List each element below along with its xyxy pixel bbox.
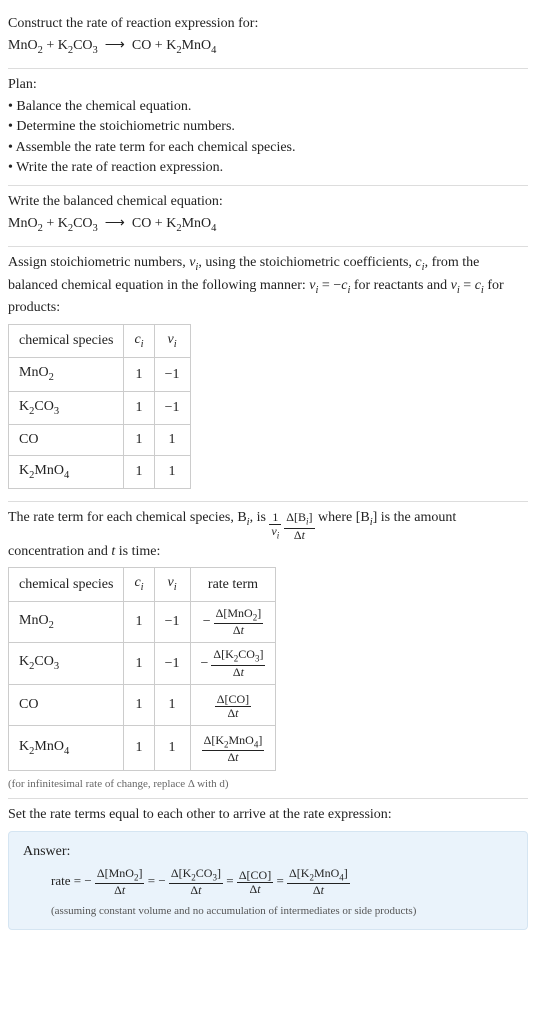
cell-species: MnO2 xyxy=(9,358,124,391)
cell-species: CO xyxy=(9,425,124,456)
col-nui: νi xyxy=(154,568,190,601)
answer-label: Answer: xyxy=(23,842,513,862)
cell-rate: − Δ[MnO2]Δt xyxy=(190,601,276,642)
cell-species: K2CO3 xyxy=(9,391,124,424)
cell-ci: 1 xyxy=(124,643,154,684)
plan-item: • Write the rate of reaction expression. xyxy=(8,158,528,178)
cell-species: MnO2 xyxy=(9,601,124,642)
cell-nui: 1 xyxy=(154,726,190,770)
answer-box: Answer: rate = − Δ[MnO2]Δt = − Δ[K2CO3]Δ… xyxy=(8,831,528,930)
balanced-equation: MnO2 + K2CO3 ⟶ CO + K2MnO4 xyxy=(8,214,528,236)
final-section: Set the rate terms equal to each other t… xyxy=(8,799,528,936)
answer-term-frac: Δ[MnO2]Δt xyxy=(95,867,145,897)
col-ci: ci xyxy=(124,324,154,357)
col-rate: rate term xyxy=(190,568,276,601)
rate-terms-paragraph: The rate term for each chemical species,… xyxy=(8,508,528,561)
table-row: K2MnO4 1 1 xyxy=(9,455,191,488)
balanced-section: Write the balanced chemical equation: Mn… xyxy=(8,186,528,247)
col-species: chemical species xyxy=(9,568,124,601)
cell-nui: −1 xyxy=(154,643,190,684)
col-ci: ci xyxy=(124,568,154,601)
cell-nui: −1 xyxy=(154,601,190,642)
cell-ci: 1 xyxy=(124,455,154,488)
stoich-section: Assign stoichiometric numbers, νi, using… xyxy=(8,247,528,502)
table-row: K2CO31−1− Δ[K2CO3]Δt xyxy=(9,643,276,684)
answer-term-frac: Δ[CO]Δt xyxy=(237,869,273,896)
cell-species: K2MnO4 xyxy=(9,726,124,770)
cell-ci: 1 xyxy=(124,425,154,456)
stoich-paragraph: Assign stoichiometric numbers, νi, using… xyxy=(8,253,528,318)
cell-species: K2MnO4 xyxy=(9,455,124,488)
cell-nui: 1 xyxy=(154,425,190,456)
table-header-row: chemical species ci νi rate term xyxy=(9,568,276,601)
rate-terms-section: The rate term for each chemical species,… xyxy=(8,502,528,799)
frac-delta-b: Δ[Bi] Δt xyxy=(284,511,314,541)
cell-rate: Δ[K2MnO4]Δt xyxy=(190,726,276,770)
prompt-section: Construct the rate of reaction expressio… xyxy=(8,8,528,69)
table-header-row: chemical species ci νi xyxy=(9,324,191,357)
prompt-line: Construct the rate of reaction expressio… xyxy=(8,14,528,34)
answer-note: (assuming constant volume and no accumul… xyxy=(51,904,513,919)
balanced-heading: Write the balanced chemical equation: xyxy=(8,192,528,212)
cell-nui: −1 xyxy=(154,391,190,424)
cell-species: CO xyxy=(9,684,124,725)
answer-term-frac: Δ[K2MnO4]Δt xyxy=(287,867,350,897)
prompt-equation: MnO2 + K2CO3 ⟶ CO + K2MnO4 xyxy=(8,36,528,58)
cell-nui: −1 xyxy=(154,358,190,391)
plan-item: • Balance the chemical equation. xyxy=(8,97,528,117)
cell-nui: 1 xyxy=(154,455,190,488)
cell-nui: 1 xyxy=(154,684,190,725)
final-heading: Set the rate terms equal to each other t… xyxy=(8,805,528,825)
answer-term-frac: Δ[K2CO3]Δt xyxy=(169,867,223,897)
stoich-table: chemical species ci νi MnO2 1 −1 K2CO3 1… xyxy=(8,324,191,490)
col-nui: νi xyxy=(154,324,190,357)
cell-ci: 1 xyxy=(124,601,154,642)
cell-rate: Δ[CO]Δt xyxy=(190,684,276,725)
plan-section: Plan: • Balance the chemical equation. •… xyxy=(8,69,528,186)
cell-ci: 1 xyxy=(124,358,154,391)
table-row: K2MnO411Δ[K2MnO4]Δt xyxy=(9,726,276,770)
table-row: MnO2 1 −1 xyxy=(9,358,191,391)
rate-terms-caption: (for infinitesimal rate of change, repla… xyxy=(8,777,528,792)
cell-ci: 1 xyxy=(124,684,154,725)
cell-species: K2CO3 xyxy=(9,643,124,684)
plan-item: • Assemble the rate term for each chemic… xyxy=(8,138,528,158)
col-species: chemical species xyxy=(9,324,124,357)
cell-rate: − Δ[K2CO3]Δt xyxy=(190,643,276,684)
table-row: CO 1 1 xyxy=(9,425,191,456)
table-row: K2CO3 1 −1 xyxy=(9,391,191,424)
answer-equation: rate = − Δ[MnO2]Δt = − Δ[K2CO3]Δt = Δ[CO… xyxy=(51,867,513,897)
cell-ci: 1 xyxy=(124,726,154,770)
table-row: CO11Δ[CO]Δt xyxy=(9,684,276,725)
table-row: MnO21−1− Δ[MnO2]Δt xyxy=(9,601,276,642)
answer-lhs: rate = xyxy=(51,873,84,888)
plan-list: • Balance the chemical equation. • Deter… xyxy=(8,97,528,178)
cell-ci: 1 xyxy=(124,391,154,424)
rate-terms-table: chemical species ci νi rate term MnO21−1… xyxy=(8,567,276,770)
plan-heading: Plan: xyxy=(8,75,528,95)
frac-one-over-nu: 1 νi xyxy=(269,511,281,541)
plan-item: • Determine the stoichiometric numbers. xyxy=(8,117,528,137)
